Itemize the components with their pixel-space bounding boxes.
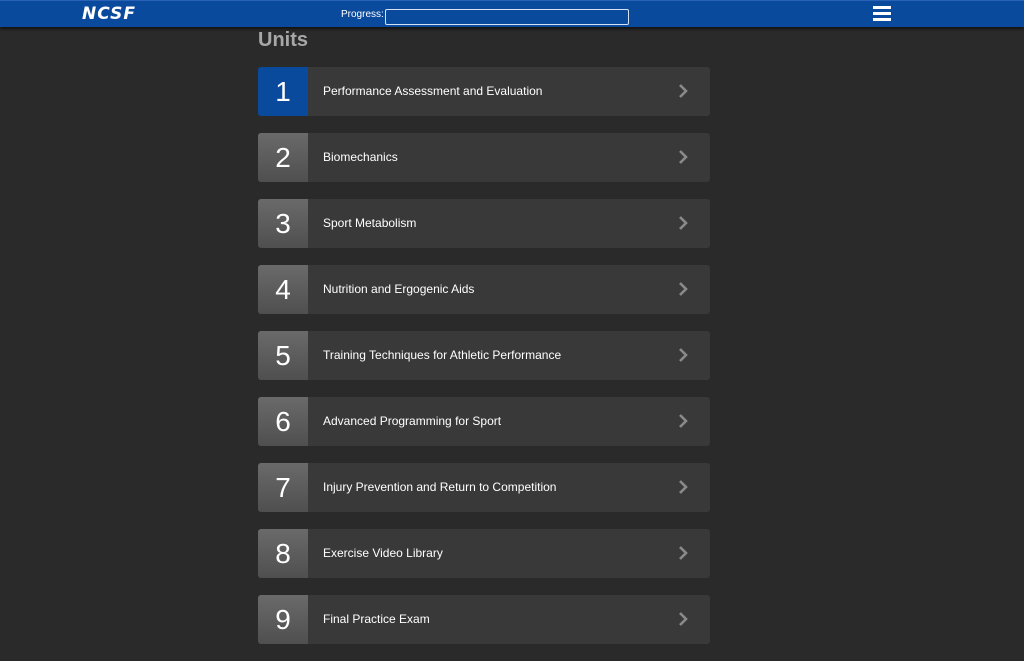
unit-list: 1 Performance Assessment and Evaluation 2 B… xyxy=(258,67,710,661)
progress-label: Progress: xyxy=(341,9,384,20)
unit-title: Injury Prevention and Return to Competit… xyxy=(323,480,557,494)
chevron-right-icon xyxy=(679,348,688,362)
chevron-right-icon xyxy=(679,414,688,428)
unit-number: 7 xyxy=(258,463,308,512)
unit-title: Training Techniques for Athletic Perform… xyxy=(323,348,562,362)
unit-title: Exercise Video Library xyxy=(323,546,443,560)
chevron-right-icon xyxy=(679,282,688,296)
chevron-right-icon xyxy=(679,216,688,230)
unit-title: Advanced Programming for Sport xyxy=(323,414,502,428)
chevron-right-icon xyxy=(679,546,688,560)
unit-number: 1 xyxy=(258,67,308,116)
unit-row-8[interactable]: 8 Exercise Video Library xyxy=(258,529,710,578)
unit-title: Performance Assessment and Evaluation xyxy=(323,84,543,98)
unit-number: 9 xyxy=(258,595,308,644)
top-bar: NCSF Progress: xyxy=(0,0,1024,27)
unit-row-2[interactable]: 2 Biomechanics xyxy=(258,133,710,182)
chevron-right-icon xyxy=(679,612,688,626)
unit-number: 2 xyxy=(258,133,308,182)
chevron-right-icon xyxy=(679,150,688,164)
unit-row-1[interactable]: 1 Performance Assessment and Evaluation xyxy=(258,67,710,116)
unit-row-7[interactable]: 7 Injury Prevention and Return to Competi… xyxy=(258,463,710,512)
unit-title: Nutrition and Ergogenic Aids xyxy=(323,282,475,296)
unit-row-3[interactable]: 3 Sport Metabolism xyxy=(258,199,710,248)
chevron-right-icon xyxy=(679,480,688,494)
chevron-right-icon xyxy=(679,84,688,98)
unit-number: 8 xyxy=(258,529,308,578)
unit-row-5[interactable]: 5 Training Techniques for Athletic Perfor… xyxy=(258,331,710,380)
unit-title: Sport Metabolism xyxy=(323,216,417,230)
ncsf-logo[interactable]: NCSF xyxy=(82,4,136,24)
unit-row-6[interactable]: 6 Advanced Programming for Sport xyxy=(258,397,710,446)
unit-row-9[interactable]: 9 Final Practice Exam xyxy=(258,595,710,644)
unit-row-4[interactable]: 4 Nutrition and Ergogenic Aids xyxy=(258,265,710,314)
progress-bar xyxy=(385,9,629,25)
unit-number: 6 xyxy=(258,397,308,446)
unit-number: 4 xyxy=(258,265,308,314)
unit-title: Final Practice Exam xyxy=(323,612,430,626)
unit-title: Biomechanics xyxy=(323,150,398,164)
unit-number: 5 xyxy=(258,331,308,380)
hamburger-menu-icon[interactable] xyxy=(873,6,891,23)
unit-number: 3 xyxy=(258,199,308,248)
page-title: Units xyxy=(258,29,308,51)
